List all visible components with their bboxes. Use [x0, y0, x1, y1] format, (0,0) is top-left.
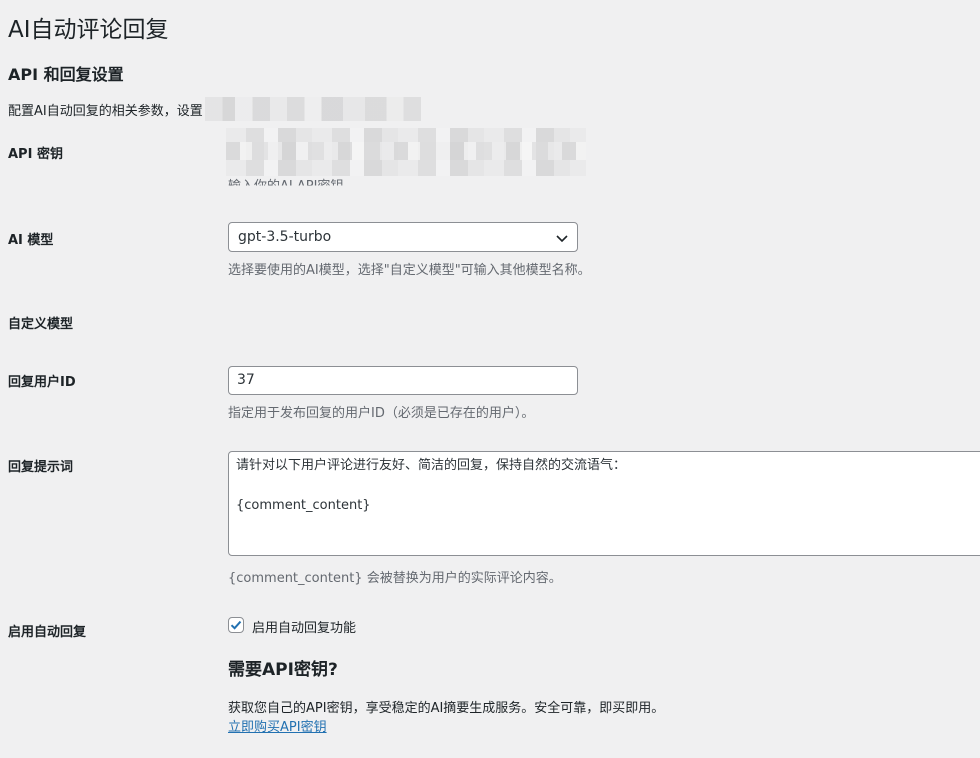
ai-model-selected-value: gpt-3.5-turbo: [238, 229, 332, 245]
promo-title: 需要API密钥?: [228, 660, 338, 680]
ai-model-select[interactable]: gpt-3.5-turbo: [228, 222, 578, 252]
reply-prompt-label: 回复提示词: [8, 460, 74, 475]
promo-text: 获取您自己的API密钥，享受稳定的AI摘要生成服务。安全可靠，即买即用。: [228, 701, 665, 716]
reply-user-id-hint: 指定用于发布回复的用户ID（必须是已存在的用户）。: [228, 406, 535, 421]
ai-model-label: AI 模型: [8, 233, 54, 248]
section-description: 配置AI自动回复的相关参数，设置: [8, 97, 421, 121]
reply-prompt-hint: {comment_content} 会被替换为用户的实际评论内容。: [228, 571, 562, 586]
auto-reply-label: 启用自动回复: [8, 625, 87, 640]
api-key-label: API 密钥: [8, 147, 63, 162]
buy-api-key-link[interactable]: 立即购买API密钥: [228, 716, 327, 735]
redacted-text: [204, 97, 421, 121]
auto-reply-checkbox[interactable]: [228, 617, 244, 633]
reply-prompt-textarea[interactable]: 请针对以下用户评论进行友好、简洁的回复，保持自然的交流语气： {comment_…: [228, 451, 980, 556]
ai-model-hint: 选择要使用的AI模型，选择"自定义模型"可输入其他模型名称。: [228, 263, 591, 278]
chevron-down-icon: [556, 235, 568, 243]
reply-user-id-label: 回复用户ID: [8, 375, 76, 390]
reply-user-id-input[interactable]: 37: [228, 366, 578, 395]
api-key-hint: 输入你的AI API密钥。: [228, 179, 357, 194]
section-title: API 和回复设置: [8, 65, 124, 84]
api-key-field-redacted[interactable]: [226, 128, 586, 176]
page-title: AI自动评论回复: [8, 17, 169, 43]
auto-reply-checkbox-label[interactable]: 启用自动回复功能: [252, 617, 356, 636]
section-description-text: 配置AI自动回复的相关参数，设置: [8, 103, 203, 119]
custom-model-label: 自定义模型: [8, 317, 74, 332]
checkmark-icon: [230, 620, 242, 630]
